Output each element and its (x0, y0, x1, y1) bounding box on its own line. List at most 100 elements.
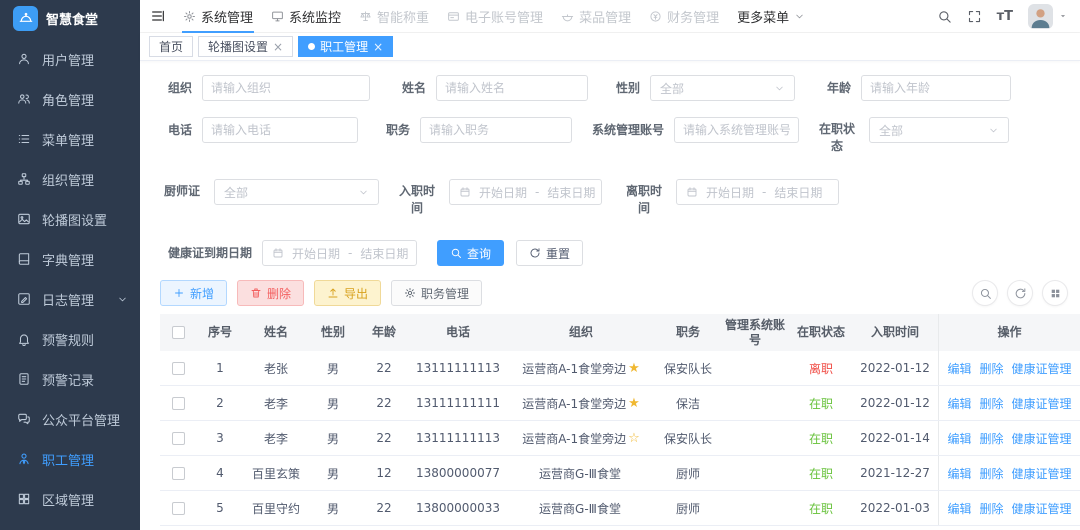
table-columns-button[interactable] (1042, 280, 1068, 306)
delete-button[interactable]: 删除 (237, 280, 304, 306)
staff-icon (17, 452, 31, 466)
card-icon (447, 10, 460, 23)
search-button[interactable]: 查询 (437, 240, 504, 266)
col-operations: 操作 (938, 314, 1080, 351)
row-age: 22 (358, 421, 410, 455)
duty-manage-button[interactable]: 职务管理 (391, 280, 482, 306)
tab-carousel-settings[interactable]: 轮播图设置 × (198, 36, 293, 57)
filter-age-input[interactable] (861, 75, 1011, 101)
row-phone: 13800000033 (410, 491, 506, 525)
edit-link[interactable]: 编辑 (947, 465, 971, 482)
filter-chef-cert-label: 厨师证 (160, 179, 204, 200)
edit-link[interactable]: 编辑 (947, 430, 971, 447)
sidebar-item-logs[interactable]: 日志管理 (0, 279, 140, 319)
filter-chef-cert-select[interactable]: 全部 (214, 179, 379, 205)
sidebar-item-users[interactable]: 用户管理 (0, 39, 140, 79)
filter-health-cert-range[interactable]: 开始日期 - 结束日期 (262, 240, 417, 266)
col-duty: 职务 (656, 314, 720, 351)
select-all-checkbox[interactable] (172, 326, 185, 339)
search-icon (450, 247, 462, 259)
delete-link[interactable]: 删除 (979, 465, 1003, 482)
edit-link[interactable]: 编辑 (947, 395, 971, 412)
user-icon (17, 52, 31, 66)
tab-bar: 首页 轮播图设置 × 职工管理 × (140, 33, 1080, 61)
refresh-icon (1014, 287, 1027, 300)
collapse-sidebar-icon[interactable] (150, 8, 166, 24)
filter-phone-input[interactable] (202, 117, 358, 143)
health-cert-manage-link[interactable]: 健康证管理 (1012, 360, 1072, 377)
row-gender: 男 (308, 351, 358, 385)
delete-link[interactable]: 删除 (979, 360, 1003, 377)
sidebar-item-staff[interactable]: 职工管理 (0, 439, 140, 479)
row-age: 22 (358, 491, 410, 525)
filter-duty-input[interactable] (420, 117, 572, 143)
edit-link[interactable]: 编辑 (947, 360, 971, 377)
sidebar-item-carousel[interactable]: 轮播图设置 (0, 199, 140, 239)
sidebar-nav: 用户管理 角色管理 菜单管理 组织管理 轮播图设置 字典管理 (0, 37, 140, 530)
row-org: 运营商A-1食堂旁边★ (506, 351, 656, 385)
filter-row-1: 组织 姓名 性别 全部 年龄 (160, 75, 1080, 101)
row-account (720, 491, 790, 525)
sidebar-item-public-platform[interactable]: 公众平台管理 (0, 399, 140, 439)
table-refresh-button[interactable] (1007, 280, 1033, 306)
health-cert-manage-link[interactable]: 健康证管理 (1012, 430, 1072, 447)
row-age: 22 (358, 351, 410, 385)
row-index: 5 (196, 491, 244, 525)
search-icon[interactable] (937, 9, 952, 24)
row-join-date: 2022-01-12 (852, 386, 938, 420)
row-phone: 13800000077 (410, 456, 506, 490)
filter-account-input[interactable] (674, 117, 799, 143)
row-duty: 保安队长 (656, 421, 720, 455)
filter-gender-select[interactable]: 全部 (650, 75, 795, 101)
gear-icon (404, 287, 416, 299)
row-name: 百里守约 (244, 491, 308, 525)
export-button[interactable]: 导出 (314, 280, 381, 306)
delete-link[interactable]: 删除 (979, 395, 1003, 412)
chevron-down-icon (117, 294, 128, 305)
delete-link[interactable]: 删除 (979, 430, 1003, 447)
row-checkbox[interactable] (172, 432, 185, 445)
health-cert-manage-link[interactable]: 健康证管理 (1012, 395, 1072, 412)
tab-home[interactable]: 首页 (149, 36, 193, 57)
close-icon[interactable]: × (273, 41, 283, 53)
export-icon (327, 287, 339, 299)
fullscreen-icon[interactable] (967, 9, 982, 24)
filter-org-input[interactable] (202, 75, 370, 101)
filter-phone-label: 电话 (160, 117, 192, 143)
row-checkbox[interactable] (172, 502, 185, 515)
sidebar-item-menus[interactable]: 菜单管理 (0, 119, 140, 159)
row-checkbox[interactable] (172, 362, 185, 375)
table-search-button[interactable] (972, 280, 998, 306)
page-content: 组织 姓名 性别 全部 年龄 电话 职务 系统管理账号 在 (140, 61, 1080, 530)
col-age: 年龄 (358, 314, 410, 351)
filter-leave-time-range[interactable]: 开始日期 - 结束日期 (676, 179, 839, 205)
avatar[interactable] (1028, 4, 1053, 29)
app-logo[interactable]: 智慧食堂 (0, 0, 140, 37)
sidebar-item-organization[interactable]: 组织管理 (0, 159, 140, 199)
sidebar-item-dictionary[interactable]: 字典管理 (0, 239, 140, 279)
caret-down-icon[interactable] (1058, 11, 1068, 21)
tab-staff-manage[interactable]: 职工管理 × (298, 36, 393, 57)
topnav-system-manage[interactable]: 系统管理 (174, 0, 262, 33)
delete-link[interactable]: 删除 (979, 500, 1003, 517)
health-cert-manage-link[interactable]: 健康证管理 (1012, 500, 1072, 517)
filter-join-time-range[interactable]: 开始日期 - 结束日期 (449, 179, 602, 205)
filter-status-select[interactable]: 全部 (869, 117, 1009, 143)
row-name: 老李 (244, 421, 308, 455)
filter-name-input[interactable] (436, 75, 588, 101)
reset-button[interactable]: 重置 (516, 240, 583, 266)
topnav-more-menu[interactable]: 更多菜单 (728, 0, 814, 33)
sidebar-item-alert-records[interactable]: 预警记录 (0, 359, 140, 399)
sidebar-item-roles[interactable]: 角色管理 (0, 79, 140, 119)
close-icon[interactable]: × (373, 41, 383, 53)
add-button[interactable]: 新增 (160, 280, 227, 306)
row-checkbox[interactable] (172, 397, 185, 410)
topnav-system-monitor[interactable]: 系统监控 (262, 0, 350, 33)
sidebar-item-region[interactable]: 区域管理 (0, 479, 140, 519)
row-checkbox[interactable] (172, 467, 185, 480)
font-size-icon[interactable]: тT (997, 10, 1013, 23)
edit-link[interactable]: 编辑 (947, 500, 971, 517)
sidebar-item-alert-rules[interactable]: 预警规则 (0, 319, 140, 359)
row-index: 1 (196, 351, 244, 385)
health-cert-manage-link[interactable]: 健康证管理 (1012, 465, 1072, 482)
